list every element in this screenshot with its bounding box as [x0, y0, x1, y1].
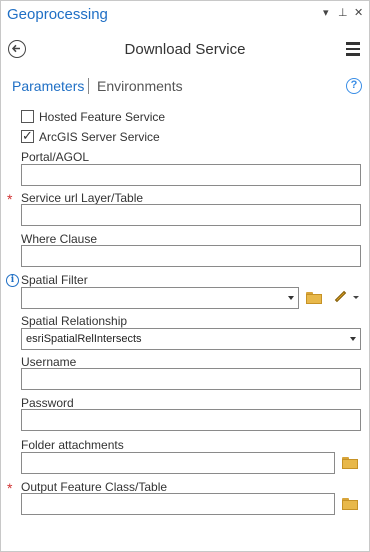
chevron-down-icon [350, 337, 356, 341]
close-icon[interactable]: ✕ [354, 6, 363, 19]
spatial-filter-dropdown[interactable] [21, 287, 299, 309]
menu-button[interactable] [346, 42, 360, 56]
sketch-dropdown-icon[interactable] [353, 296, 359, 299]
arcgis-server-service-checkbox[interactable] [21, 128, 34, 144]
tool-title: Download Service [124, 41, 246, 58]
folder-attachments-label: Folder attachments [21, 438, 124, 452]
sketch-pencil-icon[interactable] [331, 290, 349, 304]
spatial-filter-label: Spatial Filter [21, 273, 88, 287]
output-feature-class-input[interactable] [21, 493, 335, 515]
folder-browse-icon[interactable] [342, 498, 358, 510]
username-input[interactable] [21, 368, 361, 390]
spatial-relationship-dropdown[interactable]: esriSpatialRelIntersects [21, 328, 361, 350]
required-marker: * [7, 191, 13, 207]
service-url-label: Service url Layer/Table [21, 191, 144, 205]
pane-title: Geoprocessing [7, 6, 108, 23]
pane-header: Geoprocessing ▾ ⊥ ✕ [1, 1, 369, 29]
info-icon[interactable]: i [6, 274, 19, 287]
spatial-relationship-value: esriSpatialRelIntersects [26, 333, 142, 345]
hosted-feature-service-checkbox[interactable] [21, 110, 34, 123]
folder-browse-icon[interactable] [306, 292, 322, 304]
folder-attachments-input[interactable] [21, 452, 335, 474]
where-clause-label: Where Clause [21, 232, 98, 246]
help-icon[interactable]: ? [346, 78, 362, 94]
where-clause-input[interactable] [21, 245, 361, 267]
chevron-down-icon [288, 296, 294, 300]
username-label: Username [21, 355, 77, 369]
hamburger-icon-line [346, 53, 360, 56]
service-url-input[interactable] [21, 204, 361, 226]
folder-browse-icon[interactable] [342, 457, 358, 469]
output-feature-class-label: Output Feature Class/Table [21, 480, 168, 494]
tab-separator [88, 78, 89, 94]
portal-label: Portal/AGOL [21, 150, 90, 164]
auto-hide-icon[interactable]: ⊥ [338, 6, 348, 19]
arcgis-server-service-label: ArcGIS Server Service [39, 130, 160, 144]
hamburger-icon-line [346, 42, 360, 45]
portal-input[interactable] [21, 164, 361, 186]
tab-parameters[interactable]: Parameters [12, 78, 84, 94]
password-label: Password [21, 396, 74, 410]
hamburger-icon-line [346, 47, 360, 50]
hosted-feature-service-label: Hosted Feature Service [39, 110, 166, 124]
tab-environments[interactable]: Environments [97, 78, 183, 94]
spatial-relationship-label: Spatial Relationship [21, 314, 128, 328]
required-marker: * [7, 480, 13, 496]
geoprocessing-pane: Geoprocessing ▾ ⊥ ✕ Download Service Par… [0, 0, 370, 552]
password-input[interactable] [21, 409, 361, 431]
pane-options-icon[interactable]: ▾ [323, 6, 329, 19]
